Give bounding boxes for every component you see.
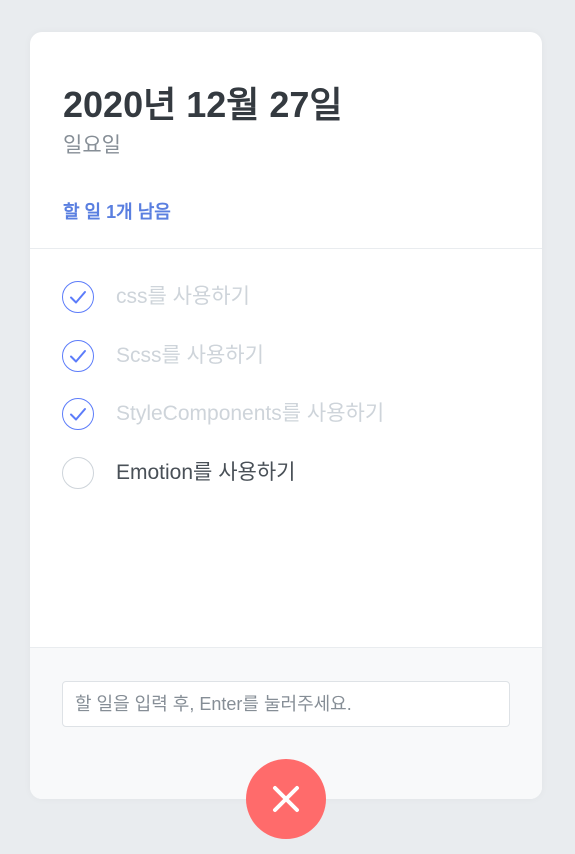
todo-text: Emotion를 사용하기 (116, 461, 296, 484)
tasks-left-count: 할 일 1개 남음 (63, 202, 171, 222)
todo-list: css를 사용하기 Scss를 사용하기 StyleComponents를 사용… (30, 249, 542, 647)
todo-check-toggle[interactable] (62, 281, 94, 313)
new-todo-input[interactable] (62, 681, 510, 727)
checkmark-icon (70, 408, 86, 421)
todo-text: Scss를 사용하기 (116, 344, 264, 367)
close-icon (273, 786, 299, 812)
date-title: 2020년 12월 27일 (63, 84, 343, 125)
todo-text: StyleComponents를 사용하기 (116, 402, 385, 425)
todo-text: css를 사용하기 (116, 285, 250, 308)
todo-card: 2020년 12월 27일 일요일 할 일 1개 남음 css를 사용하기 Sc… (30, 32, 542, 799)
todo-header: 2020년 12월 27일 일요일 할 일 1개 남음 (30, 32, 542, 249)
todo-check-toggle[interactable] (62, 457, 94, 489)
day-of-week: 일요일 (63, 134, 121, 157)
checkmark-icon (70, 291, 86, 304)
todo-check-toggle[interactable] (62, 340, 94, 372)
todo-item: Emotion를 사용하기 (62, 456, 295, 490)
todo-item: Scss를 사용하기 (62, 339, 264, 373)
todo-check-toggle[interactable] (62, 398, 94, 430)
todo-item: css를 사용하기 (62, 280, 250, 314)
close-form-button[interactable] (246, 759, 326, 839)
checkmark-icon (70, 350, 86, 363)
todo-item: StyleComponents를 사용하기 (62, 397, 384, 431)
